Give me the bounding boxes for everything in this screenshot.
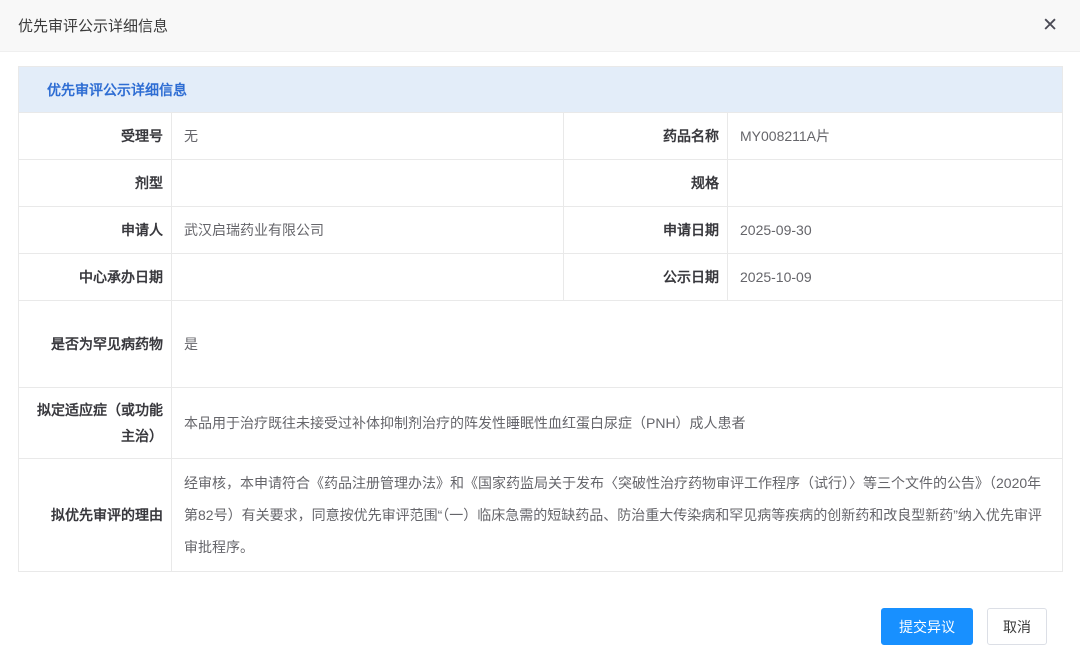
- section-title: 优先审评公示详细信息: [47, 82, 187, 98]
- detail-table: 优先审评公示详细信息 受理号 无 药品名称 MY008211A片 剂型 规格 申…: [18, 66, 1063, 572]
- table-row: 剂型 规格: [19, 160, 1063, 207]
- field-value-rare-disease: 是: [172, 301, 1063, 388]
- field-value-drug-name: MY008211A片: [728, 113, 1063, 160]
- close-icon[interactable]: ✕: [1038, 14, 1062, 37]
- field-label-indication: 拟定适应症（或功能主治）: [19, 388, 172, 459]
- priority-review-detail-modal: 优先审评公示详细信息 ✕ 优先审评公示详细信息 受理号 无 药品名称 MY008…: [0, 0, 1080, 660]
- field-label-rare-disease: 是否为罕见病药物: [19, 301, 172, 388]
- field-label-applicant: 申请人: [19, 207, 172, 254]
- field-value-applicant: 武汉启瑞药业有限公司: [172, 207, 564, 254]
- table-row: 拟定适应症（或功能主治） 本品用于治疗既往未接受过补体抑制剂治疗的阵发性睡眠性血…: [19, 388, 1063, 459]
- field-label-specification: 规格: [564, 160, 728, 207]
- field-label-publicity-date: 公示日期: [564, 254, 728, 301]
- field-value-apply-date: 2025-09-30: [728, 207, 1063, 254]
- field-label-dosage-form: 剂型: [19, 160, 172, 207]
- field-label-priority-reason: 拟优先审评的理由: [19, 459, 172, 572]
- modal-header: 优先审评公示详细信息 ✕: [0, 0, 1080, 52]
- modal-title: 优先审评公示详细信息: [18, 15, 168, 36]
- field-label-center-accept-date: 中心承办日期: [19, 254, 172, 301]
- field-label-acceptance-no: 受理号: [19, 113, 172, 160]
- table-section-header: 优先审评公示详细信息: [19, 67, 1063, 113]
- submit-objection-button[interactable]: 提交异议: [881, 608, 973, 645]
- cancel-button[interactable]: 取消: [987, 608, 1047, 645]
- modal-footer: 提交异议 取消: [881, 608, 1047, 645]
- field-value-dosage-form: [172, 160, 564, 207]
- field-value-center-accept-date: [172, 254, 564, 301]
- field-label-drug-name: 药品名称: [564, 113, 728, 160]
- field-value-acceptance-no: 无: [172, 113, 564, 160]
- field-value-priority-reason: 经审核，本申请符合《药品注册管理办法》和《国家药监局关于发布〈突破性治疗药物审评…: [172, 459, 1063, 572]
- field-label-apply-date: 申请日期: [564, 207, 728, 254]
- field-value-publicity-date: 2025-10-09: [728, 254, 1063, 301]
- table-section-header-row: 优先审评公示详细信息: [19, 67, 1063, 113]
- table-row: 申请人 武汉启瑞药业有限公司 申请日期 2025-09-30: [19, 207, 1063, 254]
- field-value-indication: 本品用于治疗既往未接受过补体抑制剂治疗的阵发性睡眠性血红蛋白尿症（PNH）成人患…: [172, 388, 1063, 459]
- table-row: 中心承办日期 公示日期 2025-10-09: [19, 254, 1063, 301]
- table-row: 受理号 无 药品名称 MY008211A片: [19, 113, 1063, 160]
- table-row: 拟优先审评的理由 经审核，本申请符合《药品注册管理办法》和《国家药监局关于发布〈…: [19, 459, 1063, 572]
- table-row: 是否为罕见病药物 是: [19, 301, 1063, 388]
- field-value-specification: [728, 160, 1063, 207]
